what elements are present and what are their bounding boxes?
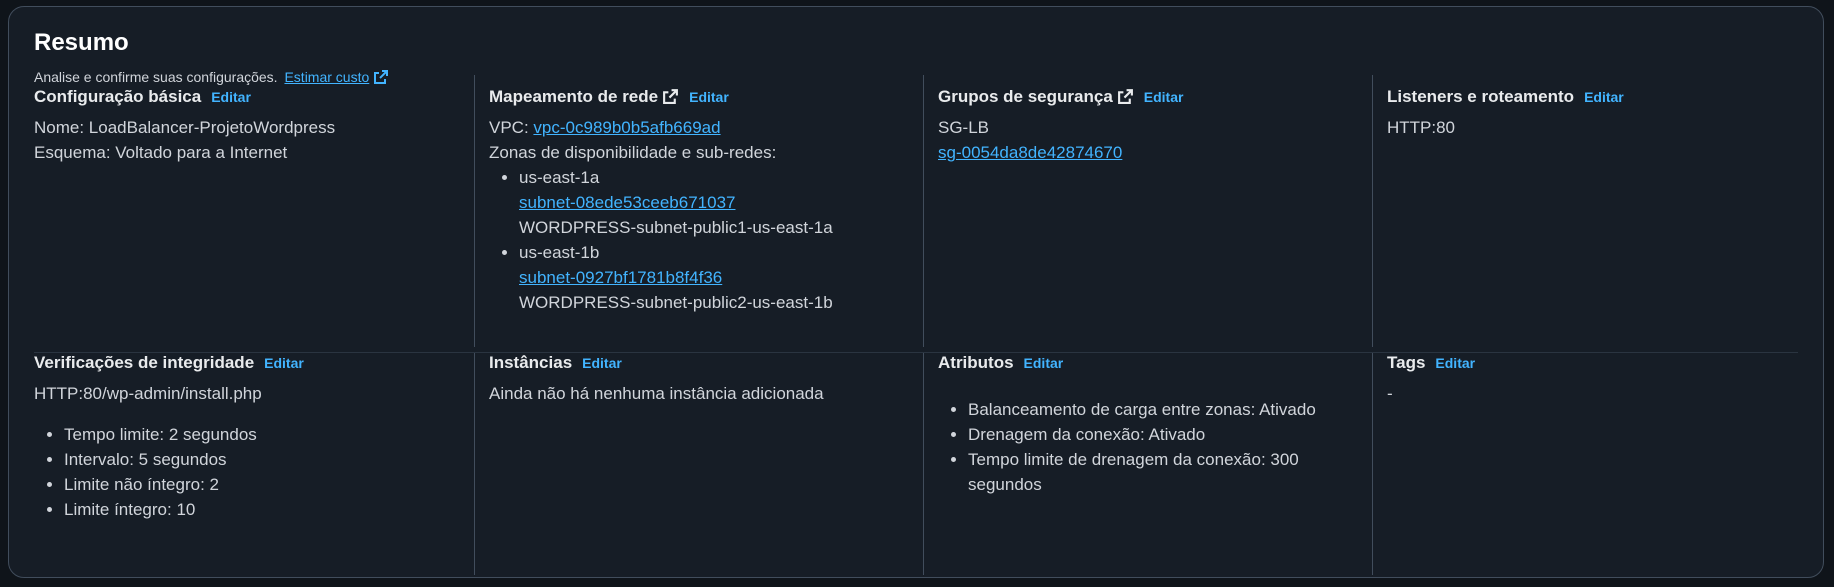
- health-checks-title: Verificações de integridade Editar: [34, 353, 304, 372]
- summary-subtitle: Analise e confirme suas configurações. E…: [34, 69, 389, 85]
- health-check-path: HTTP:80/wp-admin/install.php: [34, 384, 262, 403]
- attribute-item: Tempo limite de drenagem da conexão: 300…: [968, 447, 1372, 497]
- network-mapping-title: Mapeamento de rede Editar: [489, 87, 729, 106]
- attributes-list: Balanceamento de carga entre zonas: Ativ…: [938, 397, 1372, 497]
- instances-value: Ainda não há nenhuma instância adicionad…: [489, 384, 824, 403]
- tags-section: Tags Editar -: [1372, 353, 1812, 575]
- estimate-cost-label: Estimar custo: [284, 69, 370, 85]
- attributes-section: AtributosEditar Balanceamento de carga e…: [923, 353, 1372, 575]
- zones-label: Zonas de disponibilidade e sub-redes:: [489, 143, 777, 162]
- listener-value: HTTP:80: [1387, 118, 1456, 137]
- summary-title: Resumo: [34, 29, 129, 56]
- health-check-item: Limite não íntegro: 2: [64, 472, 474, 497]
- zones-list: us-east-1a subnet-08ede53ceeb671037 WORD…: [489, 165, 923, 315]
- estimate-cost-link[interactable]: Estimar custo: [284, 69, 389, 85]
- zone-item: us-east-1a subnet-08ede53ceeb671037 WORD…: [519, 165, 923, 240]
- network-mapping-section: Mapeamento de rede Editar VPC: vpc-0c989b…: [474, 75, 923, 347]
- security-group-name: SG-LB: [938, 118, 990, 137]
- health-check-list: Tempo limite: 2 segundos Intervalo: 5 se…: [34, 422, 474, 522]
- external-link-icon: [374, 70, 389, 84]
- basic-config-edit-button[interactable]: Editar: [211, 89, 251, 105]
- lb-scheme: Esquema: Voltado para a Internet: [34, 143, 288, 162]
- external-link-icon[interactable]: [1117, 88, 1134, 105]
- health-check-item: Limite íntegro: 10: [64, 497, 474, 522]
- listeners-edit-button[interactable]: Editar: [1584, 89, 1624, 105]
- subnet-name: WORDPRESS-subnet-public2-us-east-1b: [519, 293, 833, 312]
- subnet-name: WORDPRESS-subnet-public1-us-east-1a: [519, 218, 833, 237]
- attributes-title: Atributos Editar: [938, 353, 1064, 372]
- health-checks-edit-button[interactable]: Editar: [264, 355, 304, 371]
- vpc-line: VPC: vpc-0c989b0b5afb669ad: [489, 118, 721, 137]
- attribute-item: Drenagem da conexão: Ativado: [968, 422, 1372, 447]
- summary-panel: Resumo Analise e confirme suas configura…: [8, 6, 1824, 578]
- health-check-item: Intervalo: 5 segundos: [64, 447, 474, 472]
- zone-item: us-east-1b subnet-0927bf1781b8f4f36 WORD…: [519, 240, 923, 315]
- health-check-item: Tempo limite: 2 segundos: [64, 422, 474, 447]
- vpc-link[interactable]: vpc-0c989b0b5afb669ad: [533, 118, 720, 137]
- attribute-item: Balanceamento de carga entre zonas: Ativ…: [968, 397, 1372, 422]
- basic-config-title: Configuração básica Editar: [34, 87, 251, 106]
- health-checks-section: Verificações de integridade Editar HTTP:8…: [34, 353, 474, 573]
- tags-edit-button[interactable]: Editar: [1435, 355, 1475, 371]
- external-link-icon[interactable]: [662, 88, 679, 105]
- subnet-link[interactable]: subnet-0927bf1781b8f4f36: [519, 265, 722, 290]
- lb-name: Nome: LoadBalancer-ProjetoWordpress: [34, 118, 336, 137]
- security-groups-section: Grupos de segurança Editar SG-LB sg-0054d…: [923, 75, 1372, 347]
- listeners-section: Listeners e roteamento Editar HTTP:80: [1372, 75, 1812, 347]
- instances-section: Instâncias Editar Ainda não há nenhuma in…: [474, 353, 923, 575]
- zone-az: us-east-1b: [519, 243, 600, 262]
- network-mapping-edit-button[interactable]: Editar: [689, 89, 729, 105]
- instances-title: Instâncias Editar: [489, 353, 622, 372]
- basic-config-section: Configuração básica Editar Nome: LoadBala…: [34, 87, 474, 347]
- security-groups-title: Grupos de segurança Editar: [938, 87, 1184, 106]
- security-group-link[interactable]: sg-0054da8de42874670: [938, 143, 1122, 162]
- summary-subtitle-text: Analise e confirme suas configurações.: [34, 69, 278, 85]
- tags-value: -: [1387, 384, 1393, 403]
- subnet-link[interactable]: subnet-08ede53ceeb671037: [519, 190, 735, 215]
- tags-title: Tags Editar: [1387, 353, 1476, 372]
- attributes-edit-button[interactable]: Editar: [1024, 355, 1064, 371]
- zone-az: us-east-1a: [519, 168, 600, 187]
- listeners-title: Listeners e roteamento Editar: [1387, 87, 1624, 106]
- security-groups-edit-button[interactable]: Editar: [1144, 89, 1184, 105]
- instances-edit-button[interactable]: Editar: [582, 355, 622, 371]
